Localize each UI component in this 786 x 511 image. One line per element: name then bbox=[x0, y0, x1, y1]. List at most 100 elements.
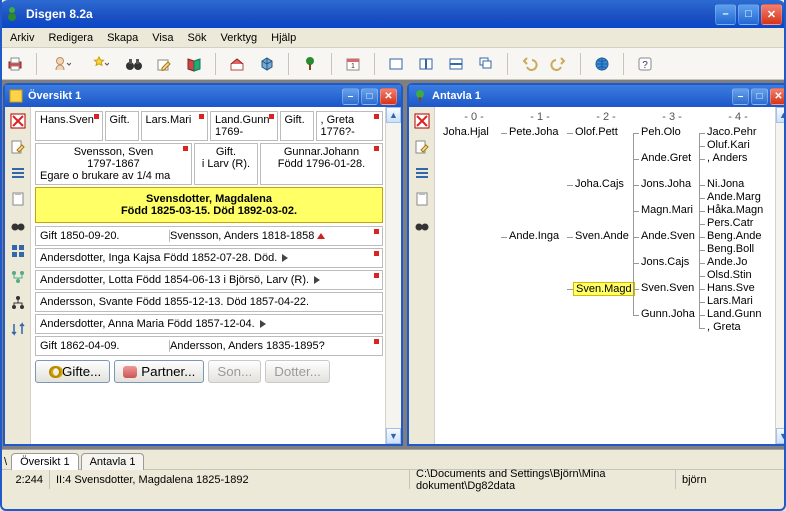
clipboard-icon[interactable] bbox=[412, 189, 432, 209]
help-icon[interactable]: ? bbox=[634, 53, 656, 75]
tree-node[interactable]: Gunn.Joha bbox=[639, 308, 697, 320]
flow-icon[interactable] bbox=[8, 267, 28, 287]
calendar-icon[interactable]: 1 bbox=[342, 53, 364, 75]
tree-node[interactable]: Ande.Jo bbox=[705, 256, 749, 268]
star-dropdown-icon[interactable] bbox=[85, 53, 115, 75]
tree-node[interactable]: Sven.Magd bbox=[573, 282, 635, 296]
tree-node[interactable]: Olsd.Stin bbox=[705, 269, 754, 281]
list-icon[interactable] bbox=[412, 163, 432, 183]
son-button[interactable]: Son... bbox=[208, 360, 261, 383]
overview-close-button[interactable]: ✕ bbox=[380, 88, 397, 105]
clipboard-icon[interactable] bbox=[8, 189, 28, 209]
tree-node[interactable]: Ande.Marg bbox=[705, 191, 763, 203]
layout-hsplit-icon[interactable] bbox=[445, 53, 467, 75]
tree-node[interactable]: Lars.Mari bbox=[705, 295, 755, 307]
father-card[interactable]: Svensson, Sven 1797-1867 Egare o brukare… bbox=[35, 143, 192, 185]
menu-hjalp[interactable]: Hjälp bbox=[265, 30, 302, 46]
mother-card[interactable]: Gunnar.Johann Född 1796-01-28. bbox=[260, 143, 383, 185]
dotter-button[interactable]: Dotter... bbox=[265, 360, 330, 383]
ancestor-card[interactable]: Lars.Mari bbox=[141, 111, 209, 141]
undo-icon[interactable] bbox=[518, 53, 540, 75]
child-row[interactable]: Andersson, Svante Född 1855-12-13. Död 1… bbox=[35, 292, 383, 312]
edit-note-icon[interactable] bbox=[153, 53, 175, 75]
gifte-button[interactable]: Gifte... bbox=[35, 360, 110, 383]
antavla-close-button[interactable]: ✕ bbox=[770, 88, 786, 105]
layout-cascade-icon[interactable] bbox=[475, 53, 497, 75]
antavla-maximize-button[interactable]: □ bbox=[751, 88, 768, 105]
close-button[interactable]: ✕ bbox=[761, 4, 782, 25]
tree-node[interactable]: Ande.Gret bbox=[639, 152, 693, 164]
ancestor-card[interactable]: Gift. bbox=[105, 111, 139, 141]
child-row[interactable]: Andersdotter, Anna Maria Född 1857-12-04… bbox=[35, 314, 383, 334]
tree-node[interactable]: , Greta bbox=[705, 321, 743, 333]
binoculars-icon[interactable] bbox=[123, 53, 145, 75]
overview-scrollbar[interactable]: ▲▼ bbox=[385, 107, 401, 444]
ancestor-card[interactable]: Gift. bbox=[280, 111, 314, 141]
tree-node[interactable]: Pete.Joha bbox=[507, 126, 561, 138]
child-row[interactable]: Andersdotter, Lotta Född 1854-06-13 i Bj… bbox=[35, 270, 383, 290]
marriage-row[interactable]: Gift 1862-04-09. Andersson, Anders 1835-… bbox=[35, 336, 383, 356]
menu-skapa[interactable]: Skapa bbox=[101, 30, 144, 46]
overview-maximize-button[interactable]: □ bbox=[361, 88, 378, 105]
menu-visa[interactable]: Visa bbox=[146, 30, 179, 46]
antavla-minimize-button[interactable]: – bbox=[732, 88, 749, 105]
tree-node[interactable]: Joha.Cajs bbox=[573, 178, 626, 190]
tree-node[interactable]: Ande.Inga bbox=[507, 230, 561, 242]
marriage-row[interactable]: Gift 1850-09-20. Svensson, Anders 1818-1… bbox=[35, 226, 383, 246]
menu-verktyg[interactable]: Verktyg bbox=[214, 30, 263, 46]
ancestor-card[interactable]: Hans.Sven bbox=[35, 111, 103, 141]
tree-icon[interactable] bbox=[299, 53, 321, 75]
focus-person-card[interactable]: Svensdotter, Magdalena Född 1825-03-15. … bbox=[35, 187, 383, 223]
list-icon[interactable] bbox=[8, 163, 28, 183]
red-x-icon[interactable] bbox=[8, 111, 28, 131]
tree-node[interactable]: Jaco.Pehr bbox=[705, 126, 759, 138]
red-x-icon[interactable] bbox=[412, 111, 432, 131]
layout-single-icon[interactable] bbox=[385, 53, 407, 75]
tree-node[interactable]: Beng.Boll bbox=[705, 243, 756, 255]
tree-node[interactable]: Land.Gunn bbox=[705, 308, 763, 320]
tree-node[interactable]: Sven.Sven bbox=[639, 282, 696, 294]
binoculars-side-icon[interactable] bbox=[8, 215, 28, 235]
print-icon[interactable] bbox=[4, 53, 26, 75]
redo-icon[interactable] bbox=[548, 53, 570, 75]
doc-pencil-icon[interactable] bbox=[8, 137, 28, 157]
doc-pencil-icon[interactable] bbox=[412, 137, 432, 157]
tree-node[interactable]: , Anders bbox=[705, 152, 749, 164]
layout-vsplit-icon[interactable] bbox=[415, 53, 437, 75]
ancestor-card[interactable]: Land.Gunn1769- bbox=[210, 111, 278, 141]
menu-redigera[interactable]: Redigera bbox=[42, 30, 99, 46]
tree-node[interactable]: Jons.Cajs bbox=[639, 256, 691, 268]
tree-node[interactable]: Hans.Sve bbox=[705, 282, 757, 294]
marriage-card[interactable]: Gift. i Larv (R). bbox=[194, 143, 258, 185]
tree-node[interactable]: Magn.Mari bbox=[639, 204, 695, 216]
ancestor-card[interactable]: , Greta1776?- bbox=[316, 111, 384, 141]
tree-node[interactable]: Beng.Ande bbox=[705, 230, 763, 242]
tree-node[interactable]: Pers.Catr bbox=[705, 217, 755, 229]
tab-oversikt[interactable]: Översikt 1 bbox=[11, 453, 79, 470]
maximize-button[interactable]: □ bbox=[738, 4, 759, 25]
person-dropdown-icon[interactable] bbox=[47, 53, 77, 75]
menu-sok[interactable]: Sök bbox=[182, 30, 213, 46]
binoculars-side-icon[interactable] bbox=[412, 215, 432, 235]
child-row[interactable]: Andersdotter, Inga Kajsa Född 1852-07-28… bbox=[35, 248, 383, 268]
tree-node[interactable]: Ni.Jona bbox=[705, 178, 746, 190]
minimize-button[interactable]: – bbox=[715, 4, 736, 25]
tree-node[interactable]: Jons.Joha bbox=[639, 178, 693, 190]
tree-node[interactable]: Håka.Magn bbox=[705, 204, 765, 216]
tree-node[interactable]: Sven.Ande bbox=[573, 230, 631, 242]
menu-arkiv[interactable]: Arkiv bbox=[4, 30, 40, 46]
sort-icon[interactable] bbox=[8, 319, 28, 339]
antavla-scrollbar[interactable]: ▲▼ bbox=[775, 107, 786, 444]
home-icon[interactable] bbox=[226, 53, 248, 75]
globe-icon[interactable] bbox=[591, 53, 613, 75]
cube-icon[interactable] bbox=[256, 53, 278, 75]
tree-node[interactable]: Joha.Hjal bbox=[441, 126, 491, 138]
grid-icon[interactable] bbox=[8, 241, 28, 261]
book-icon[interactable] bbox=[183, 53, 205, 75]
overview-minimize-button[interactable]: – bbox=[342, 88, 359, 105]
tree-node[interactable]: Olof.Pett bbox=[573, 126, 620, 138]
tree-node[interactable]: Oluf.Kari bbox=[705, 139, 752, 151]
tab-antavla[interactable]: Antavla 1 bbox=[81, 453, 145, 470]
partner-button[interactable]: Partner... bbox=[114, 360, 204, 383]
tree-node[interactable]: Peh.Olo bbox=[639, 126, 683, 138]
